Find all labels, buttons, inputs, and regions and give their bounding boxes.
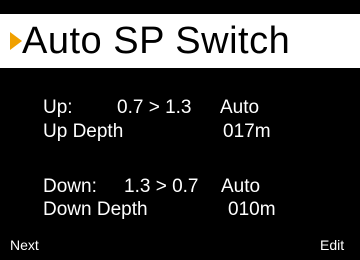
down-mode: Auto bbox=[221, 176, 261, 197]
edit-softkey[interactable]: Edit bbox=[320, 236, 344, 254]
up-depth-label: Up Depth bbox=[43, 121, 124, 142]
up-label: Up: bbox=[43, 97, 73, 118]
down-range: 1.3 > 0.7 bbox=[124, 176, 199, 197]
page-title: Auto SP Switch bbox=[22, 20, 291, 62]
down-label: Down: bbox=[43, 176, 97, 197]
selection-cursor-icon bbox=[10, 32, 22, 50]
down-depth-label: Down Depth bbox=[43, 199, 148, 220]
next-softkey[interactable]: Next bbox=[10, 236, 39, 254]
up-mode: Auto bbox=[220, 97, 260, 118]
up-depth-value: 017m bbox=[223, 121, 271, 142]
screen: { "title": { "cursor_icon": "right-trian… bbox=[0, 0, 360, 260]
title-bar: Auto SP Switch bbox=[0, 14, 360, 68]
up-range: 0.7 > 1.3 bbox=[117, 97, 192, 118]
down-depth-value: 010m bbox=[228, 199, 276, 220]
